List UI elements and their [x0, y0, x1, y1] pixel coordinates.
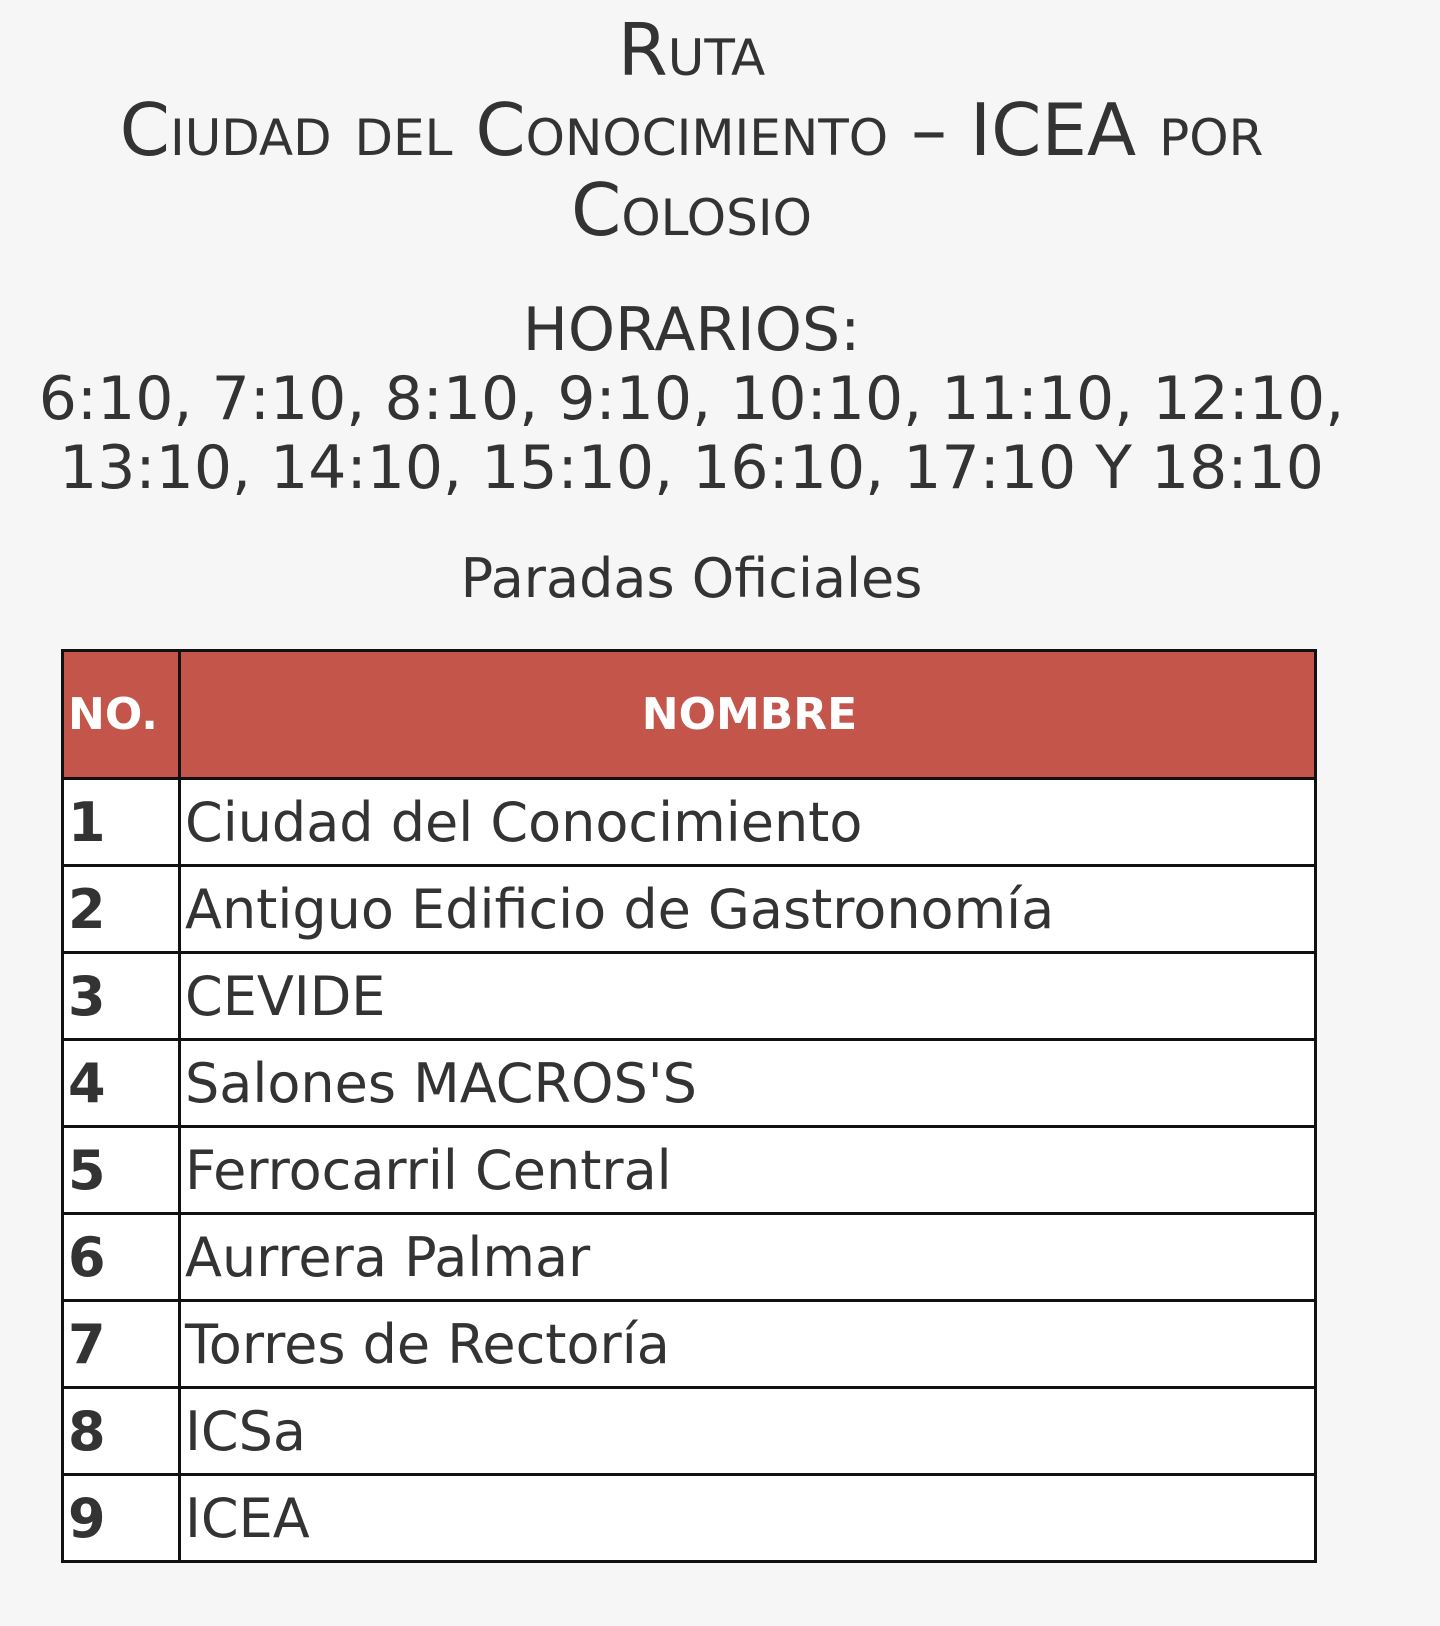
table-row: 5 Ferrocarril Central: [61, 1125, 1317, 1215]
stop-name: Salones MACROS'S: [178, 1038, 1317, 1128]
table-row: 3 CEVIDE: [61, 951, 1317, 1041]
table-row: 4 Salones MACROS'S: [61, 1038, 1317, 1128]
table-row: 9 ICEA: [61, 1473, 1317, 1563]
route-title-line-3: Colosio: [571, 168, 812, 252]
stop-name: Ciudad del Conocimiento: [178, 777, 1317, 867]
route-title: Ruta Ciudad del Conocimiento – ICEA por …: [0, 10, 1383, 250]
table-row: 6 Aurrera Palmar: [61, 1212, 1317, 1302]
stop-number: 4: [61, 1038, 181, 1128]
stops-table: NO. NOMBRE 1 Ciudad del Conocimiento 2 A…: [61, 649, 1317, 1563]
route-title-line-1: Ruta: [617, 8, 766, 92]
table-row: 2 Antiguo Edificio de Gastronomía: [61, 864, 1317, 954]
stop-number: 1: [61, 777, 181, 867]
page-header: Ruta Ciudad del Conocimiento – ICEA por …: [0, 0, 1383, 609]
column-header-name: NOMBRE: [178, 649, 1317, 780]
column-header-no: NO.: [61, 649, 181, 780]
schedule: HORARIOS: 6:10, 7:10, 8:10, 9:10, 10:10,…: [0, 296, 1383, 503]
stop-number: 5: [61, 1125, 181, 1215]
stop-name: CEVIDE: [178, 951, 1317, 1041]
table-header-row: NO. NOMBRE: [61, 649, 1317, 780]
stop-number: 6: [61, 1212, 181, 1302]
stop-name: Aurrera Palmar: [178, 1212, 1317, 1302]
schedule-times-line-1: 6:10, 7:10, 8:10, 9:10, 10:10, 11:10, 12…: [38, 364, 1345, 434]
stop-name: Ferrocarril Central: [178, 1125, 1317, 1215]
stop-name: Antiguo Edificio de Gastronomía: [178, 864, 1317, 954]
stop-name: ICSa: [178, 1386, 1317, 1476]
table-row: 7 Torres de Rectoría: [61, 1299, 1317, 1389]
schedule-times-line-2: 13:10, 14:10, 15:10, 16:10, 17:10 Y 18:1…: [59, 433, 1324, 503]
stop-number: 7: [61, 1299, 181, 1389]
route-title-line-2: Ciudad del Conocimiento – ICEA por: [119, 88, 1264, 172]
stop-number: 8: [61, 1386, 181, 1476]
table-row: 1 Ciudad del Conocimiento: [61, 777, 1317, 867]
stop-name: ICEA: [178, 1473, 1317, 1563]
stop-number: 9: [61, 1473, 181, 1563]
stops-heading: Paradas Oficiales: [460, 547, 923, 610]
stop-number: 3: [61, 951, 181, 1041]
schedule-label: HORARIOS:: [522, 295, 861, 365]
stop-name: Torres de Rectoría: [178, 1299, 1317, 1389]
stop-number: 2: [61, 864, 181, 954]
table-row: 8 ICSa: [61, 1386, 1317, 1476]
